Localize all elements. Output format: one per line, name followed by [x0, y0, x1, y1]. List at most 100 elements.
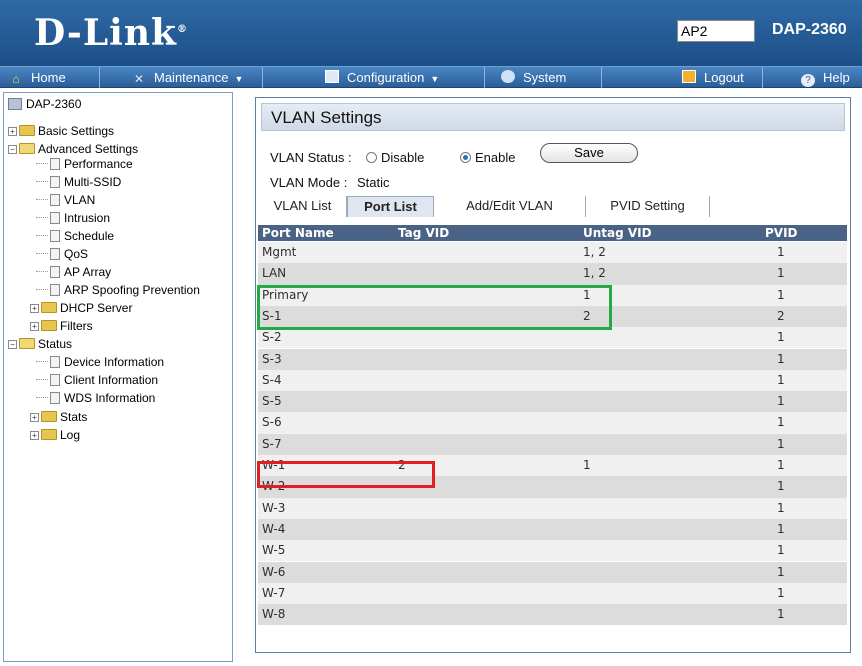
page-icon — [50, 374, 60, 386]
table-row: Mgmt 1, 2 1 — [258, 242, 847, 264]
folder-open-icon — [19, 143, 35, 154]
system-icon — [501, 70, 515, 83]
sidebar-item-schedule[interactable]: Schedule — [36, 228, 114, 245]
sidebar-item-client-information[interactable]: Client Information — [36, 372, 158, 389]
sidebar-item-multi-ssid[interactable]: Multi-SSID — [36, 174, 121, 191]
menu-home[interactable]: ⌂ Home — [0, 67, 100, 88]
disk-icon — [325, 70, 339, 83]
table-row: W-5 1 — [258, 540, 847, 562]
pvid-cell: 2 — [777, 308, 785, 323]
pvid-cell: 1 — [777, 564, 785, 579]
pvid-cell: 1 — [777, 394, 785, 409]
folder-icon — [19, 125, 35, 136]
tab-add-edit-vlan[interactable]: Add/Edit VLAN — [434, 196, 586, 217]
chevron-down-icon: ▼ — [430, 74, 440, 84]
pvid-cell: 1 — [777, 351, 785, 366]
panel-title-bar: VLAN Settings — [261, 103, 845, 131]
table-row: W-7 1 — [258, 582, 847, 605]
pvid-cell: 1 — [777, 372, 785, 387]
table-row: S-3 1 — [258, 348, 847, 370]
page-icon — [50, 194, 60, 206]
table-row: W-1 2 1 1 — [258, 455, 847, 477]
sidebar-item-wds-information[interactable]: WDS Information — [36, 390, 155, 407]
page-icon — [50, 392, 60, 404]
tree-basic-settings[interactable]: + Basic Settings — [8, 123, 114, 140]
port-name-cell: S-6 — [262, 415, 282, 430]
sidebar-item-performance[interactable]: Performance — [36, 156, 133, 173]
sidebar-item-vlan[interactable]: VLAN — [36, 192, 95, 209]
table-row: S-4 1 — [258, 369, 847, 392]
menu-help[interactable]: ? Help — [763, 67, 862, 88]
vlan-status-label: VLAN Status : — [270, 150, 352, 165]
sidebar-item-qos[interactable]: QoS — [36, 246, 88, 263]
table-row: S-6 1 — [258, 412, 847, 434]
port-name-cell: W-5 — [262, 543, 286, 558]
pvid-cell: 1 — [777, 436, 785, 451]
header-pvid: PVID — [765, 226, 798, 240]
expand-icon[interactable]: + — [30, 322, 39, 331]
sidebar-item-ap-array[interactable]: AP Array — [36, 264, 111, 281]
port-name-cell: Primary — [262, 287, 309, 302]
tab-port-list[interactable]: Port List — [347, 196, 434, 217]
computer-icon — [8, 98, 22, 110]
expand-icon[interactable]: + — [30, 304, 39, 313]
menu-logout[interactable]: Logout — [602, 67, 763, 88]
sidebar-item-device-information[interactable]: Device Information — [36, 354, 164, 371]
page-icon — [50, 266, 60, 278]
page-icon — [50, 284, 60, 296]
sidebar-item-intrusion[interactable]: Intrusion — [36, 210, 110, 227]
save-button[interactable]: Save — [540, 143, 638, 163]
page-icon — [50, 158, 60, 170]
header-tag-vid: Tag VID — [398, 226, 450, 240]
tab-vlan-list[interactable]: VLAN List — [259, 196, 347, 217]
untag-vid-cell: 1 — [583, 458, 591, 472]
folder-icon — [41, 320, 57, 331]
tree-stats[interactable]: + Stats — [30, 409, 87, 426]
sidebar-item-arp-spoofing[interactable]: ARP Spoofing Prevention — [36, 282, 200, 299]
port-name-cell: W-6 — [262, 564, 286, 579]
vlan-mode-label: VLAN Mode : — [270, 175, 348, 190]
disable-radio[interactable] — [366, 152, 377, 163]
menu-configuration[interactable]: Configuration ▼ — [263, 67, 485, 88]
pvid-cell: 1 — [777, 266, 785, 281]
page-icon — [50, 356, 60, 368]
expand-icon[interactable]: + — [30, 413, 39, 422]
tag-vid-cell: 2 — [398, 458, 406, 472]
table-row: S-2 1 — [258, 327, 847, 349]
expand-icon[interactable]: + — [30, 431, 39, 440]
port-name-cell: W-1 — [262, 458, 286, 472]
port-name-cell: S-3 — [262, 351, 282, 366]
expand-icon[interactable]: + — [8, 127, 17, 136]
tree-log[interactable]: + Log — [30, 427, 80, 444]
page-icon — [50, 230, 60, 242]
pvid-cell: 1 — [777, 479, 785, 494]
tab-pvid-setting[interactable]: PVID Setting — [586, 196, 710, 217]
vlan-mode-value: Static — [357, 175, 390, 190]
chevron-down-icon: ▼ — [234, 74, 244, 84]
vlan-settings-panel: VLAN Settings VLAN Status : Disable Enab… — [255, 97, 851, 653]
page-icon — [50, 176, 60, 188]
vlan-status-disable[interactable]: Disable — [366, 150, 424, 165]
pvid-cell: 1 — [777, 287, 785, 302]
menu-maintenance[interactable]: ✕ Maintenance ▼ — [100, 67, 263, 88]
ap-name-field: AP2 — [677, 20, 755, 42]
untag-vid-cell: 1, 2 — [583, 245, 606, 259]
tree-dhcp-server[interactable]: + DHCP Server — [30, 300, 132, 317]
table-row: W-3 1 — [258, 497, 847, 519]
folder-icon — [41, 411, 57, 422]
port-name-cell: LAN — [262, 266, 287, 281]
enable-radio[interactable] — [460, 152, 471, 163]
collapse-icon[interactable]: − — [8, 340, 17, 349]
vlan-status-enable[interactable]: Enable — [460, 150, 515, 165]
tree-status[interactable]: − Status — [8, 336, 72, 353]
tree-root[interactable]: DAP-2360 — [8, 96, 81, 113]
table-row: W-8 1 — [258, 604, 847, 626]
table-row: Primary 1 1 — [258, 284, 847, 306]
table-row: S-7 1 — [258, 433, 847, 455]
pvid-cell: 1 — [777, 500, 785, 515]
menu-system[interactable]: System — [485, 67, 602, 88]
collapse-icon[interactable]: − — [8, 145, 17, 154]
tree-filters[interactable]: + Filters — [30, 318, 93, 335]
header-port-name: Port Name — [262, 226, 334, 240]
untag-vid-cell: 1 — [583, 287, 591, 302]
